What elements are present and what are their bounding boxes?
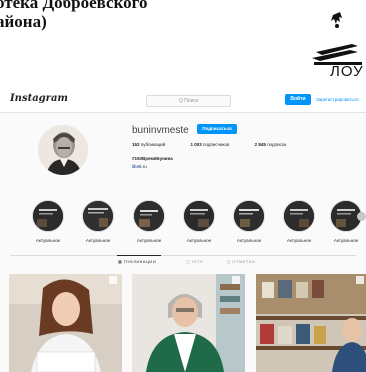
highlight-label: Актуальное [286, 238, 312, 243]
tab-posts[interactable]: ▦ ПУБЛИКАЦИИ [118, 259, 156, 264]
instagram-logo[interactable]: Instagram [10, 93, 68, 104]
highlight-item[interactable]: Актуальное [131, 200, 167, 243]
search-input[interactable]: Q Поиск [146, 95, 231, 107]
logo-text: ЛОУ [330, 63, 364, 80]
instagram-page: Instagram Q Поиск Войти Зарегистрировать… [0, 88, 366, 372]
document-title: отека Доброевского айона) [0, 0, 147, 30]
highlight-item[interactable]: Актуальное [80, 200, 116, 243]
highlight-cover [133, 200, 165, 232]
post-thumbnail[interactable] [132, 274, 245, 372]
highlight-cover [233, 200, 265, 232]
highlight-cover [183, 200, 215, 232]
stat-posts[interactable]: 152 публикаций [132, 142, 177, 147]
follow-button[interactable]: Подписаться [197, 124, 237, 134]
highlight-label: Актуальное [35, 238, 61, 243]
tab-igtv[interactable]: ▢ IGTV [186, 259, 203, 264]
document-title-line-2: айона) [0, 12, 47, 31]
post-image-girl-reading [9, 274, 122, 372]
tabs-divider [10, 255, 356, 256]
post-image-book-exhibit [256, 274, 366, 372]
highlight-item[interactable]: Актуальное [181, 200, 217, 243]
highlight-item[interactable]: Актуальное [328, 200, 364, 243]
profile-username: buninvmeste [132, 125, 189, 136]
post-thumbnail[interactable] [9, 274, 122, 372]
post-thumbnail[interactable] [256, 274, 366, 372]
highlight-cover [32, 200, 64, 232]
profile-avatar[interactable] [38, 125, 88, 175]
stat-followers[interactable]: 1 003 подписчиков [190, 142, 241, 147]
post-image-woman-library [132, 274, 245, 372]
highlight-label: Актуальное [333, 238, 359, 243]
login-button[interactable]: Войти [285, 94, 311, 105]
active-tab-indicator [117, 255, 161, 256]
highlight-cover [82, 200, 114, 232]
highlight-label: Актуальное [186, 238, 212, 243]
profile-hashtag[interactable]: #150ВремяБунина [132, 156, 173, 161]
profile-stats: 152 публикаций 1 003 подписчиков 2 845 п… [132, 142, 310, 147]
portrait-image [38, 125, 88, 175]
highlight-item[interactable]: Актуальное [231, 200, 267, 243]
highlight-label: Актуальное [85, 238, 111, 243]
tab-tagged[interactable]: ◻ ОТМЕТКИ [227, 259, 255, 264]
instagram-top-bar: Instagram Q Поиск Войти Зарегистрировать… [0, 88, 366, 113]
highlights-next-arrow-icon[interactable] [357, 212, 366, 221]
highlight-label: Актуальное [136, 238, 162, 243]
document-title-line-1: отека Доброевского [0, 0, 148, 12]
document-header: отека Доброевского айона) ЛОУ [0, 0, 366, 86]
highlight-cover [283, 200, 315, 232]
highlight-item[interactable]: Актуальное [30, 200, 66, 243]
highlight-item[interactable]: Актуальное [281, 200, 317, 243]
profile-website-link[interactable]: lib46.ru [132, 164, 147, 169]
stat-following[interactable]: 2 845 подписок [255, 142, 299, 147]
register-link[interactable]: Зарегистрироваться [316, 97, 359, 102]
highlight-label: Актуальное [236, 238, 262, 243]
